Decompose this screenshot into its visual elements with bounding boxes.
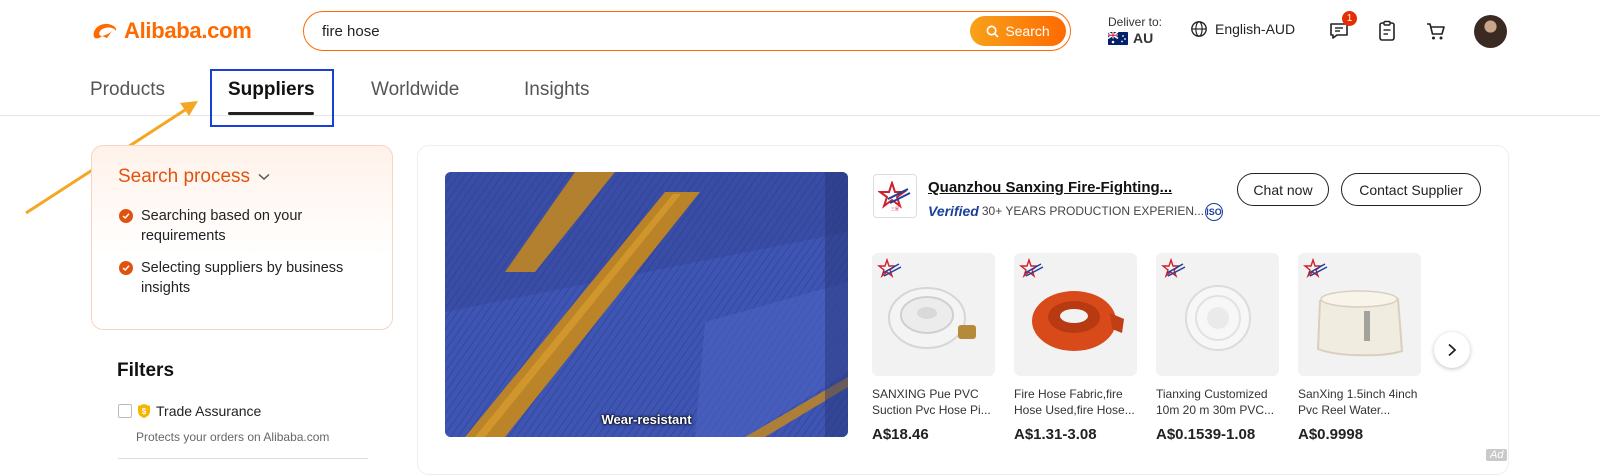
top-bar: Alibaba.com Search Deliver to: (0, 0, 1600, 64)
search-process-title: Search process (118, 166, 251, 187)
search-button[interactable]: Search (970, 16, 1066, 46)
trade-assurance-filter[interactable]: $ Trade Assurance (118, 403, 261, 419)
verified-row: Verified 30+ YEARS PRODUCTION EXPERIEN..… (928, 203, 1204, 219)
messages-badge: 1 (1342, 11, 1357, 26)
search-icon (986, 25, 999, 38)
trade-assurance-checkbox[interactable] (118, 404, 132, 418)
language-label: English-AUD (1215, 21, 1296, 37)
iso-badge: ISO (1205, 203, 1223, 221)
search-button-label: Search (1005, 23, 1050, 39)
language-selector[interactable]: English-AUD (1190, 20, 1295, 38)
sanxing-star-logo-icon: 三星 (878, 181, 911, 211)
brand-logo-icon (1019, 258, 1044, 279)
svg-text:$: $ (142, 407, 147, 416)
supplier-logo[interactable]: 三星 (873, 174, 917, 218)
cart-button[interactable] (1423, 18, 1449, 44)
supplier-name-link[interactable]: Quanzhou Sanxing Fire-Fighting... (928, 179, 1172, 196)
product-name: Tianxing Customized 10m 20 m 30m PVC... (1156, 387, 1275, 417)
product-price: A$18.46 (872, 426, 929, 443)
process-step: Selecting suppliers by business insights (119, 258, 359, 298)
verified-description: 30+ YEARS PRODUCTION EXPERIEN... (981, 204, 1205, 218)
filters-title: Filters (117, 360, 175, 381)
product-card[interactable]: SanXing 1.5inch 4inch Pvc Reel Water... … (1298, 253, 1421, 443)
process-step-text: Searching based on your requirements (141, 208, 303, 244)
messages-button[interactable]: 1 (1326, 11, 1357, 44)
trade-assurance-description: Protects your orders on Alibaba.com (136, 430, 330, 444)
product-price: A$0.1539-1.08 (1156, 426, 1256, 443)
product-name: Fire Hose Fabric,fire Hose Used,fire Hos… (1014, 387, 1135, 417)
search-input[interactable] (322, 22, 942, 40)
product-image (1156, 253, 1279, 376)
process-step: Searching based on your requirements (119, 206, 359, 246)
chevron-right-icon (1448, 343, 1457, 357)
trade-assurance-shield-icon: $ (138, 404, 150, 418)
tab-worldwide[interactable]: Worldwide (371, 79, 459, 101)
brand-logo-icon (877, 258, 902, 279)
chevron-down-icon (258, 173, 270, 181)
product-price: A$0.9998 (1298, 426, 1364, 443)
product-name: SANXING Pue PVC Suction Pvc Hose Pi... (872, 387, 991, 417)
supplier-video[interactable]: Wear-resistant (445, 172, 848, 437)
product-image (1014, 253, 1137, 376)
user-avatar[interactable] (1474, 15, 1507, 48)
deliver-to-label: Deliver to: (1108, 15, 1163, 29)
product-price: A$1.31-3.08 (1014, 426, 1097, 443)
cart-icon (1427, 23, 1445, 40)
video-caption: Wear-resistant (601, 412, 692, 427)
contact-supplier-button[interactable]: Contact Supplier (1341, 173, 1481, 206)
search-process-toggle[interactable]: Search process (118, 166, 270, 188)
fire-hose-fabric-image (445, 172, 848, 437)
alibaba-logo[interactable]: Alibaba.com (90, 18, 252, 44)
process-step-text: Selecting suppliers by business insights (141, 260, 344, 296)
deliver-country: AU (1133, 30, 1154, 46)
search-bar: Search (303, 11, 1071, 51)
divider (118, 458, 368, 459)
product-card[interactable]: Fire Hose Fabric,fire Hose Used,fire Hos… (1014, 253, 1137, 443)
product-image (1298, 253, 1421, 376)
tab-insights[interactable]: Insights (524, 79, 589, 101)
brand-logo-icon (1303, 258, 1328, 279)
check-icon (119, 261, 133, 275)
deliver-to[interactable]: Deliver to: AU (1108, 14, 1162, 46)
product-image (872, 253, 995, 376)
search-process-panel: Search process Searching based on your r… (91, 145, 393, 330)
australia-flag-icon (1108, 31, 1128, 45)
alibaba-logo-icon (93, 23, 117, 39)
product-card[interactable]: Tianxing Customized 10m 20 m 30m PVC... … (1156, 253, 1279, 443)
svg-text:三星: 三星 (891, 205, 899, 211)
check-icon (119, 209, 133, 223)
annotation-highlight-box (210, 69, 334, 127)
logo-text: Alibaba.com (124, 18, 252, 43)
orders-button[interactable] (1374, 18, 1400, 44)
trade-assurance-label: Trade Assurance (156, 403, 262, 419)
brand-logo-icon (1161, 258, 1186, 279)
ad-label: Ad (1486, 449, 1508, 461)
verified-label: Verified (928, 203, 979, 219)
product-card[interactable]: SANXING Pue PVC Suction Pvc Hose Pi... A… (872, 253, 995, 443)
carousel-next-button[interactable] (1434, 332, 1470, 368)
product-name: SanXing 1.5inch 4inch Pvc Reel Water... (1298, 387, 1418, 417)
globe-icon (1191, 21, 1207, 37)
tab-products[interactable]: Products (90, 79, 165, 101)
chat-now-button[interactable]: Chat now (1237, 173, 1329, 206)
clipboard-icon (1379, 20, 1395, 41)
